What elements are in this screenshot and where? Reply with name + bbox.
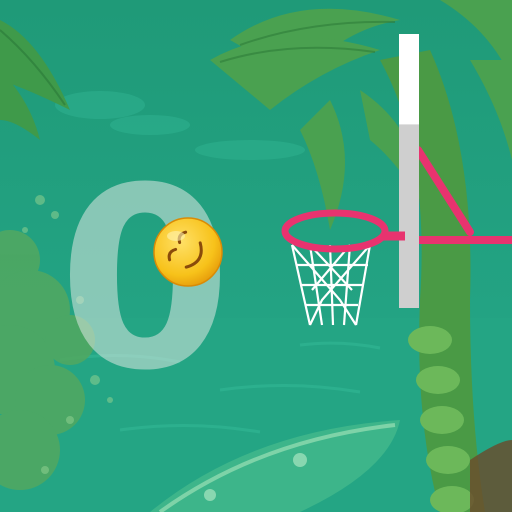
emoji-ball-icon[interactable]	[0, 0, 512, 512]
game-scene[interactable]: 0	[0, 0, 512, 512]
